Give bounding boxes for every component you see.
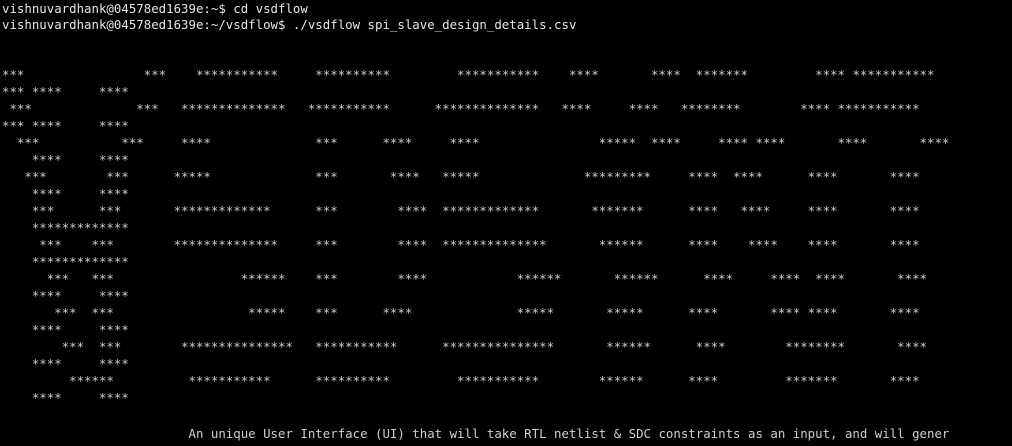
banner-line: **** **** [2, 356, 129, 371]
banner-line: ************* [2, 220, 129, 235]
banner-line: *** **** **** [2, 84, 129, 99]
command-line-run: vishnuvardhank@04578ed1639e:~/vsdflow$ .… [2, 17, 577, 32]
banner-line: ************* [2, 254, 129, 269]
command-line-cd: vishnuvardhank@04578ed1639e:~$ cd vsdflo… [2, 1, 308, 16]
banner-line: **** **** [2, 390, 129, 405]
banner-line: *** *** ************* *** **** *********… [2, 203, 920, 218]
banner-line: ****** *********** ********** **********… [2, 373, 920, 388]
banner-line: *** *** *************** *********** ****… [2, 339, 928, 354]
banner-line: *** *** **** *** **** **** ***** **** **… [2, 135, 950, 150]
banner-line: *** *** ***** *** **** ***** ********* *… [2, 169, 920, 184]
banner-line: **** **** [2, 186, 129, 201]
banner-line: *** **** **** [2, 118, 129, 133]
banner-line: *** *** ***** *** **** ***** ***** **** … [2, 305, 920, 320]
banner-line: **** **** [2, 152, 129, 167]
banner-line: **** **** [2, 322, 129, 337]
tool-description: An unique User Interface (UI) that will … [2, 426, 950, 441]
banner-line: *** *** ************** *** **** ********… [2, 237, 920, 252]
banner-line: *** *** ************** *********** *****… [2, 101, 920, 116]
banner-line: *** *** *********** ********** *********… [2, 67, 935, 82]
banner-line: *** *** ****** *** **** ****** ****** **… [2, 271, 928, 286]
terminal-window[interactable]: vishnuvardhank@04578ed1639e:~$ cd vsdflo… [0, 0, 1012, 446]
banner-line: **** **** [2, 288, 129, 303]
